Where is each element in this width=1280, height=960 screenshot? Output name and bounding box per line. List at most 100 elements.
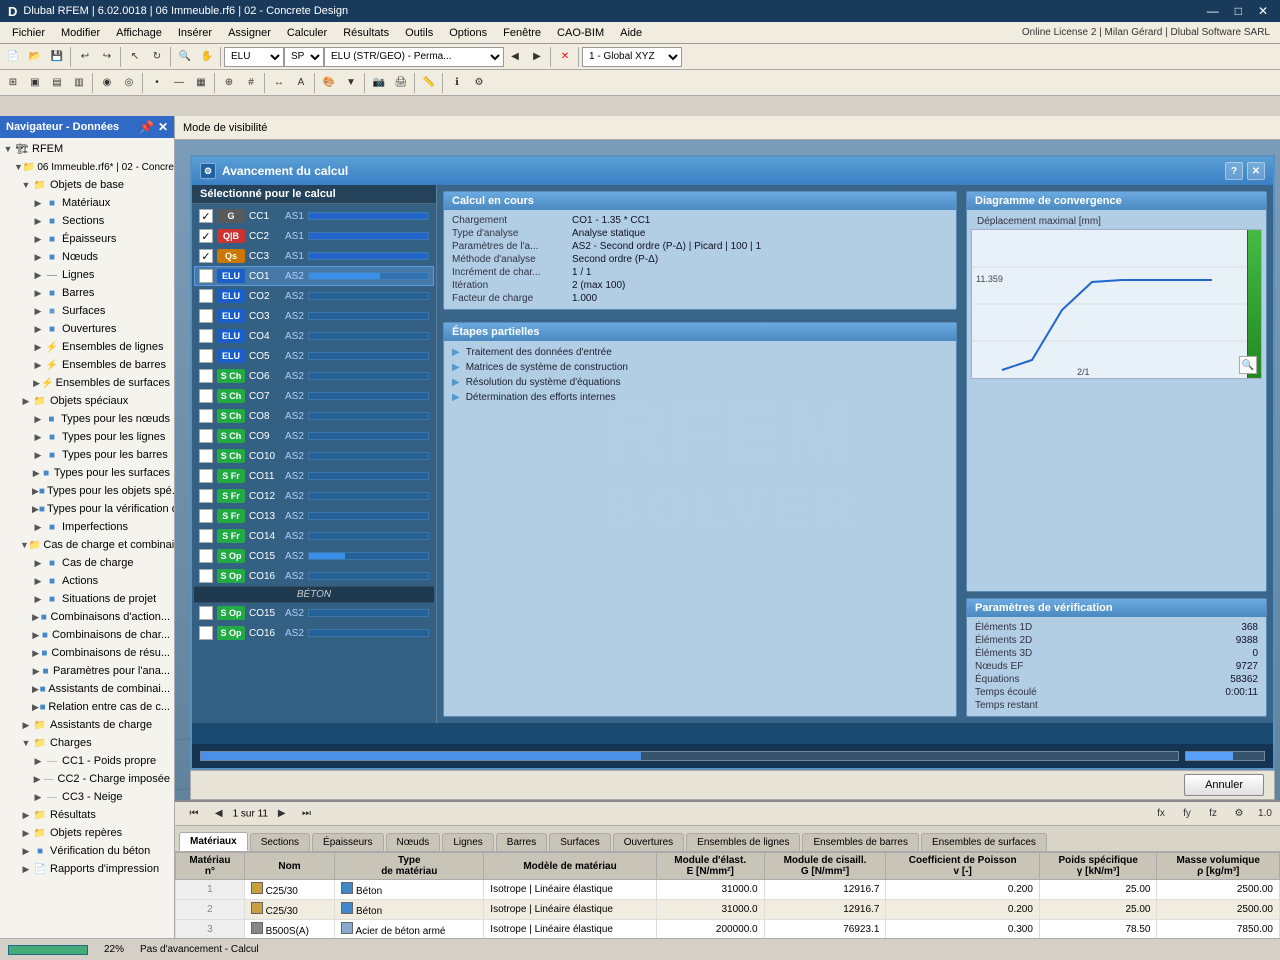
selection-item-12[interactable]: S ChCO10AS2 xyxy=(194,446,434,466)
nav-situations[interactable]: ▶ ■ Situations de projet xyxy=(0,590,174,608)
tab-barres[interactable]: Barres xyxy=(496,833,547,851)
filter-btn[interactable]: ▼ xyxy=(340,72,362,94)
pan-btn[interactable]: ✋ xyxy=(196,46,218,68)
nav-root-rfem[interactable]: ▼ 🏗 RFEM xyxy=(0,140,174,158)
bar-btn[interactable]: — xyxy=(168,72,190,94)
menu-resultats[interactable]: Résultats xyxy=(335,25,397,41)
new-btn[interactable]: 📄 xyxy=(2,46,24,68)
tab-materiaux[interactable]: Matériaux xyxy=(179,832,248,851)
tab-ouvertures[interactable]: Ouvertures xyxy=(613,833,684,851)
nav-project[interactable]: ▼ 📁 06 Immeuble.rf6* | 02 - Concrete Des… xyxy=(0,158,174,176)
nav-relation-cas[interactable]: ▶ ■ Relation entre cas de c... xyxy=(0,698,174,716)
formula-icon[interactable]: fx xyxy=(1150,803,1172,825)
view-side-btn[interactable]: ▤ xyxy=(46,72,68,94)
menu-assigner[interactable]: Assigner xyxy=(220,25,279,41)
selection-item-18[interactable]: S OpCO16AS2 xyxy=(194,566,434,586)
nav-ens-barres[interactable]: ▶ ⚡ Ensembles de barres xyxy=(0,356,174,374)
selection-item-6[interactable]: ELUCO4AS2 xyxy=(194,326,434,346)
nav-assistants-comb[interactable]: ▶ ■ Assistants de combinai... xyxy=(0,680,174,698)
table-row[interactable]: 1 C25/30 Béton Isotrope | Linéaire élast… xyxy=(176,880,1280,900)
nav-charges[interactable]: ▼ 📁 Charges xyxy=(0,734,174,752)
dialog-title-buttons[interactable]: ? ✕ xyxy=(1225,162,1265,180)
selection-item-17[interactable]: S OpCO15AS2 xyxy=(194,546,434,566)
nav-cas-charge[interactable]: ▼ 📁 Cas de charge et combinai... xyxy=(0,536,174,554)
view-all-btn[interactable]: ⊞ xyxy=(2,72,24,94)
nav-combinaisons-res[interactable]: ▶ ■ Combinaisons de résu... xyxy=(0,644,174,662)
settings-btn[interactable]: ⚙ xyxy=(468,72,490,94)
prev-btn[interactable]: ◀ xyxy=(504,46,526,68)
dim-btn[interactable]: ↔ xyxy=(268,72,290,94)
redo-btn[interactable]: ↪ xyxy=(96,46,118,68)
nav-combinaisons-action[interactable]: ▶ ■ Combinaisons d'action... xyxy=(0,608,174,626)
surface-btn[interactable]: ▦ xyxy=(190,72,212,94)
beton-item-0[interactable]: S OpCO15AS2 xyxy=(194,603,434,623)
nav-lignes[interactable]: ▶ — Lignes xyxy=(0,266,174,284)
nav-pin-btn[interactable]: 📌 xyxy=(139,120,154,134)
nav-cc3[interactable]: ▶ — CC3 - Neige xyxy=(0,788,174,806)
nav-ens-lignes[interactable]: ▶ ⚡ Ensembles de lignes xyxy=(0,338,174,356)
nav-types-lignes[interactable]: ▶ ■ Types pour les lignes xyxy=(0,428,174,446)
menu-fenetre[interactable]: Fenêtre xyxy=(495,25,549,41)
load-combo[interactable]: ELU xyxy=(224,47,284,67)
selection-item-15[interactable]: S FrCO13AS2 xyxy=(194,506,434,526)
selection-item-10[interactable]: S ChCO8AS2 xyxy=(194,406,434,426)
nav-cc1[interactable]: ▶ — CC1 - Poids propre xyxy=(0,752,174,770)
nav-cc2[interactable]: ▶ — CC2 - Charge imposée xyxy=(0,770,174,788)
nav-noeuds[interactable]: ▶ ■ Nœuds xyxy=(0,248,174,266)
menu-outils[interactable]: Outils xyxy=(397,25,441,41)
tab-sections[interactable]: Sections xyxy=(250,833,310,851)
grid-btn[interactable]: # xyxy=(240,72,262,94)
menu-affichage[interactable]: Affichage xyxy=(108,25,170,41)
window-controls[interactable]: — □ ✕ xyxy=(1203,4,1272,18)
selection-item-0[interactable]: ✓GCC1AS1 xyxy=(194,206,434,226)
nav-epaisseurs[interactable]: ▶ ■ Épaisseurs xyxy=(0,230,174,248)
menu-inserer[interactable]: Insérer xyxy=(170,25,220,41)
nav-imperfections[interactable]: ▶ ■ Imperfections xyxy=(0,518,174,536)
menu-modifier[interactable]: Modifier xyxy=(53,25,108,41)
nav-header-buttons[interactable]: 📌 ✕ xyxy=(139,120,168,134)
selection-item-1[interactable]: ✓Q|BCC2AS1 xyxy=(194,226,434,246)
selection-item-11[interactable]: S ChCO9AS2 xyxy=(194,426,434,446)
calc-btn[interactable]: ✕ xyxy=(554,46,576,68)
screenshot-btn[interactable]: 📷 xyxy=(368,72,390,94)
undo-btn[interactable]: ↩ xyxy=(74,46,96,68)
open-btn[interactable]: 📂 xyxy=(24,46,46,68)
nav-types-noeuds[interactable]: ▶ ■ Types pour les nœuds xyxy=(0,410,174,428)
nav-types-verif[interactable]: ▶ ■ Types pour la vérification d... xyxy=(0,500,174,518)
tab-ens-lignes[interactable]: Ensembles de lignes xyxy=(686,833,800,851)
snap-btn[interactable]: ⊕ xyxy=(218,72,240,94)
nav-actions[interactable]: ▶ ■ Actions xyxy=(0,572,174,590)
nav-cas-de-charge[interactable]: ▶ ■ Cas de charge xyxy=(0,554,174,572)
info-btn[interactable]: ℹ xyxy=(446,72,468,94)
measure-btn[interactable]: 📏 xyxy=(418,72,440,94)
nav-materiaux[interactable]: ▶ ■ Matériaux xyxy=(0,194,174,212)
menu-options[interactable]: Options xyxy=(441,25,495,41)
selection-item-2[interactable]: ✓QsCC3AS1 xyxy=(194,246,434,266)
nav-objets-reperes[interactable]: ▶ 📁 Objets repères xyxy=(0,824,174,842)
nav-objets-speciaux[interactable]: ▶ 📁 Objets spéciaux xyxy=(0,392,174,410)
rotate-btn[interactable]: ↻ xyxy=(146,46,168,68)
minimize-btn[interactable]: — xyxy=(1203,4,1223,18)
formula3-icon[interactable]: fz xyxy=(1202,803,1224,825)
selection-item-4[interactable]: ELUCO2AS2 xyxy=(194,286,434,306)
tab-ens-surfaces[interactable]: Ensembles de surfaces xyxy=(921,833,1047,851)
view-top-btn[interactable]: ▥ xyxy=(68,72,90,94)
node-btn[interactable]: • xyxy=(146,72,168,94)
page-first-btn[interactable]: ⏮ xyxy=(183,803,205,825)
menu-calculer[interactable]: Calculer xyxy=(279,25,335,41)
selection-item-9[interactable]: S ChCO7AS2 xyxy=(194,386,434,406)
tab-ens-barres[interactable]: Ensembles de barres xyxy=(802,833,919,851)
maximize-btn[interactable]: □ xyxy=(1231,4,1246,18)
menu-fichier[interactable]: Fichier xyxy=(4,25,53,41)
tab-epaisseurs[interactable]: Épaisseurs xyxy=(312,833,383,851)
nav-barres[interactable]: ▶ ■ Barres xyxy=(0,284,174,302)
selection-list[interactable]: ✓GCC1AS1✓Q|BCC2AS1✓QsCC3AS1ELUCO1AS2ELUC… xyxy=(192,204,436,723)
select-btn[interactable]: ↖ xyxy=(124,46,146,68)
tab-surfaces[interactable]: Surfaces xyxy=(549,833,610,851)
selection-item-14[interactable]: S FrCO12AS2 xyxy=(194,486,434,506)
selection-item-7[interactable]: ELUCO5AS2 xyxy=(194,346,434,366)
dialog-close-btn[interactable]: ✕ xyxy=(1247,162,1265,180)
nav-ouvertures[interactable]: ▶ ■ Ouvertures xyxy=(0,320,174,338)
nav-assistants-charge[interactable]: ▶ 📁 Assistants de charge xyxy=(0,716,174,734)
selection-item-13[interactable]: S FrCO11AS2 xyxy=(194,466,434,486)
